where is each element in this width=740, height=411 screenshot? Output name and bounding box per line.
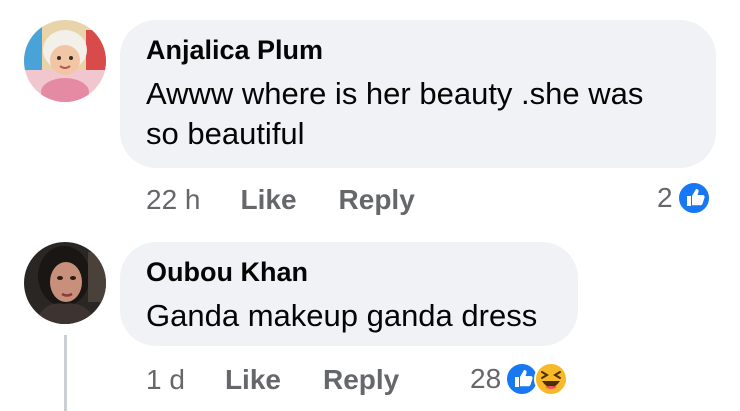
comment-author[interactable]: Anjalica Plum <box>146 34 690 66</box>
reaction-count: 2 <box>657 182 673 213</box>
comment-timestamp[interactable]: 22 h <box>146 184 201 216</box>
haha-reaction-icon <box>534 362 569 396</box>
reaction-count: 28 <box>470 363 502 394</box>
reply-thread-line <box>64 335 67 411</box>
like-button[interactable]: Like <box>241 184 297 216</box>
reaction-summary[interactable]: 2 <box>657 180 711 216</box>
comment-actions: 22 h Like Reply <box>146 183 415 217</box>
reply-button[interactable]: Reply <box>323 364 399 396</box>
like-button[interactable]: Like <box>225 364 281 396</box>
comment-actions: 1 d Like Reply <box>146 363 399 397</box>
comment-bubble: Anjalica Plum Awww where is her beauty .… <box>120 20 716 168</box>
comment-text-line-1: Ganda makeup ganda dress <box>146 298 538 333</box>
comment-timestamp[interactable]: 1 d <box>146 364 185 396</box>
avatar[interactable] <box>24 242 106 324</box>
reaction-icons <box>505 361 569 397</box>
like-reaction-icon <box>676 181 711 215</box>
avatar-photo-woman <box>24 242 106 324</box>
comment-bubble: Oubou Khan Ganda makeup ganda dress <box>120 242 578 346</box>
reaction-summary[interactable]: 28 <box>470 361 569 397</box>
avatar[interactable] <box>24 20 106 102</box>
comment-text-line-2: so beautiful <box>146 116 305 151</box>
comment-author[interactable]: Oubou Khan <box>146 256 552 288</box>
avatar-photo-baby <box>24 20 106 102</box>
comment-text-line-1: Awww where is her beauty .she was <box>146 76 644 111</box>
reply-button[interactable]: Reply <box>339 184 415 216</box>
